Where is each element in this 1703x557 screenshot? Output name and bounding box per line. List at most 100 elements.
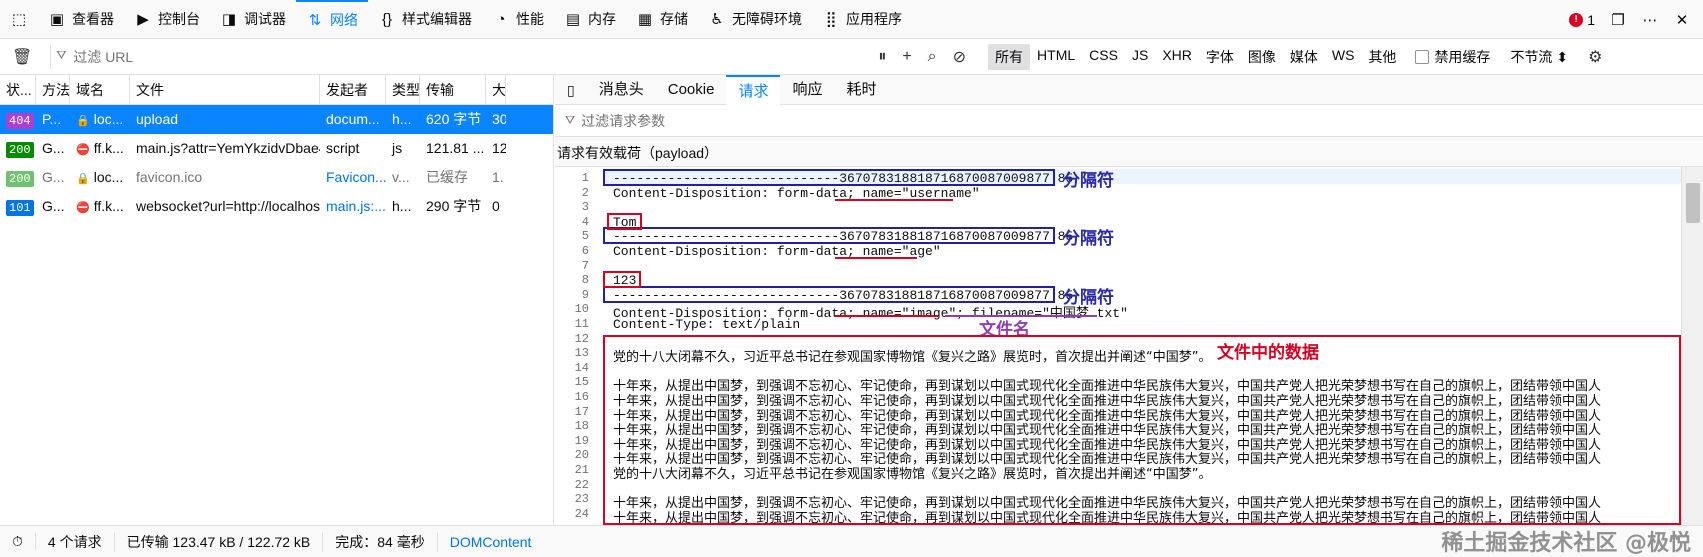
payload-section-header[interactable]: 请求有效载荷（payload）: [555, 137, 1703, 167]
tab-style-editor[interactable]: {} 样式编辑器: [368, 0, 482, 39]
name-underline: [835, 257, 917, 259]
cell-method: G...: [42, 140, 65, 156]
cell-size: 0: [492, 198, 500, 214]
line-number: 23: [574, 492, 589, 507]
block-icon[interactable]: ⊘: [945, 47, 974, 67]
finish-time: 完成：84 毫秒: [323, 531, 438, 552]
cell-file: main.js?attr=YemYkzidvDbae4: [136, 140, 320, 156]
separator-label: 分隔符: [1063, 229, 1114, 250]
tab-console[interactable]: ▶ 控制台: [124, 0, 210, 39]
disable-cache-checkbox[interactable]: 禁用缓存: [1415, 47, 1490, 67]
toggle-sidebar-icon[interactable]: ▯: [555, 75, 587, 105]
filter-type-button[interactable]: 图像: [1241, 44, 1283, 70]
column-header[interactable]: 传输: [420, 75, 486, 105]
column-header[interactable]: 文件: [130, 75, 320, 105]
separator-label: 分隔符: [1063, 171, 1114, 191]
details-tab[interactable]: Cookie: [656, 75, 727, 105]
cell-size: 12: [492, 140, 506, 156]
tab-label: 内存: [588, 11, 616, 27]
element-picker-icon: ⬚: [11, 11, 27, 28]
filter-type-button[interactable]: CSS: [1082, 44, 1125, 70]
checkbox-box[interactable]: [1415, 49, 1430, 64]
cell-initiator: docum...: [326, 111, 380, 127]
filter-type-button[interactable]: HTML: [1030, 44, 1082, 70]
cell-type: js: [392, 140, 403, 156]
trash-icon[interactable]: 🗑: [0, 47, 40, 67]
tab-application[interactable]: ⣿ 应用程序: [812, 0, 912, 39]
cell-transfer: 已缓存: [426, 169, 468, 185]
tab-label: 网络: [330, 12, 358, 28]
dock-icon[interactable]: ❐: [1609, 11, 1627, 29]
details-tab[interactable]: 耗时: [834, 75, 888, 105]
line-number: 18: [574, 419, 589, 434]
filter-type-button[interactable]: 其他: [1361, 44, 1403, 70]
separator-label: 分隔符: [1063, 287, 1114, 308]
tab-memory[interactable]: ▤ 内存: [554, 0, 626, 39]
table-row[interactable]: 101 G... ⛔ ff.k... websocket?url=http://loca…: [0, 192, 553, 221]
tab-debugger[interactable]: ◨ 调试器: [210, 0, 296, 39]
column-header[interactable]: 域名: [70, 75, 130, 105]
tab-inspector[interactable]: ▣ 查看器: [38, 0, 124, 39]
table-row[interactable]: 200 G... ⛔ ff.k... main.js?attr=YemYkzidvDba…: [0, 134, 553, 163]
tab-storage[interactable]: ▦ 存储: [626, 0, 698, 39]
separator-box: [603, 227, 1055, 245]
insecure-icon: ⛔: [76, 144, 90, 156]
filter-type-button[interactable]: XHR: [1155, 44, 1199, 70]
add-icon[interactable]: +: [894, 48, 919, 66]
pause-icon[interactable]: ⏸: [870, 48, 894, 66]
table-row[interactable]: 404 P... 🔒loc... upload docum... h... 620 字节 30: [0, 105, 553, 134]
params-filter[interactable]: ⛛ 过滤请求参数: [555, 105, 1703, 137]
details-tab[interactable]: 响应: [780, 75, 834, 105]
more-options-icon[interactable]: ⋯: [1641, 11, 1659, 29]
line-number: 8: [581, 273, 589, 288]
details-tab[interactable]: 请求: [726, 74, 781, 105]
cell-file: favicon.ico: [136, 169, 203, 185]
column-header[interactable]: 大: [486, 75, 506, 105]
network-filter-bar: 🗑 ⛛ ⏸ + ⌕ ⊘ 所有HTMLCSSJSXHR字体图像媒体WS其他 禁用缓…: [0, 39, 1703, 75]
tab-network[interactable]: ⇅ 网络: [296, 0, 368, 39]
lock-icon: 🔒: [76, 115, 90, 127]
column-header[interactable]: 类型: [386, 75, 420, 105]
table-row[interactable]: 200 G... 🔒 loc... favicon.ico Favicon... v... 已…: [0, 163, 553, 192]
application-icon: ⣿: [825, 11, 837, 28]
tab-label: 调试器: [244, 11, 286, 27]
throttle-select[interactable]: 不节流 ⬍: [1510, 47, 1568, 67]
error-icon: !: [1569, 12, 1584, 27]
value-box: [607, 212, 642, 230]
settings-icon[interactable]: ⚙: [1580, 47, 1610, 67]
column-header[interactable]: 发起者: [320, 75, 386, 105]
line-number: 3: [581, 200, 589, 215]
insecure-icon: ⛔: [76, 202, 90, 214]
filter-type-button[interactable]: 字体: [1199, 44, 1241, 70]
column-header[interactable]: 方法: [36, 75, 70, 105]
filter-url-input[interactable]: [50, 44, 871, 69]
cell-type: h...: [392, 111, 412, 127]
accessibility-icon: ♿: [710, 11, 724, 28]
details-tab[interactable]: 消息头: [587, 75, 656, 105]
details-tabs: ▯ 消息头 Cookie 请求 响应 耗时: [555, 74, 1703, 105]
line-number: 15: [574, 375, 589, 390]
element-picker-button[interactable]: ⬚: [0, 0, 38, 39]
column-header[interactable]: 状...: [0, 75, 36, 105]
tab-label: 无障碍环境: [732, 11, 802, 27]
search-icon[interactable]: ⌕: [920, 48, 945, 66]
filter-type-button[interactable]: 所有: [988, 43, 1031, 70]
cell-status: 101: [0, 192, 36, 221]
cell-method: G...: [42, 198, 65, 214]
scrollbar-thumb[interactable]: [1686, 183, 1700, 223]
filter-type-button[interactable]: JS: [1125, 44, 1155, 70]
tab-performance[interactable]: ◔ 性能: [482, 0, 554, 39]
filter-icon: ⛛: [56, 47, 67, 62]
tab-accessibility[interactable]: ♿ 无障碍环境: [698, 0, 812, 39]
memory-icon: ▤: [565, 11, 581, 28]
request-list-panel: 状... 方法 域名 文件 发起者 类型 传输大 404 P... 🔒 loc... upload d…: [0, 75, 554, 525]
error-count-badge[interactable]: ! 1: [1569, 12, 1595, 28]
vertical-scrollbar[interactable]: [1681, 167, 1703, 525]
filter-type-button[interactable]: WS: [1325, 44, 1362, 70]
line-number: 14: [574, 360, 589, 375]
close-icon[interactable]: ✕: [1673, 11, 1691, 29]
filter-type-button[interactable]: 媒体: [1283, 44, 1325, 70]
cell-domain: 🔒 loc...: [76, 111, 124, 127]
stopwatch-icon[interactable]: ⏱: [0, 533, 36, 550]
cell-transfer: 620 字节: [426, 111, 482, 127]
